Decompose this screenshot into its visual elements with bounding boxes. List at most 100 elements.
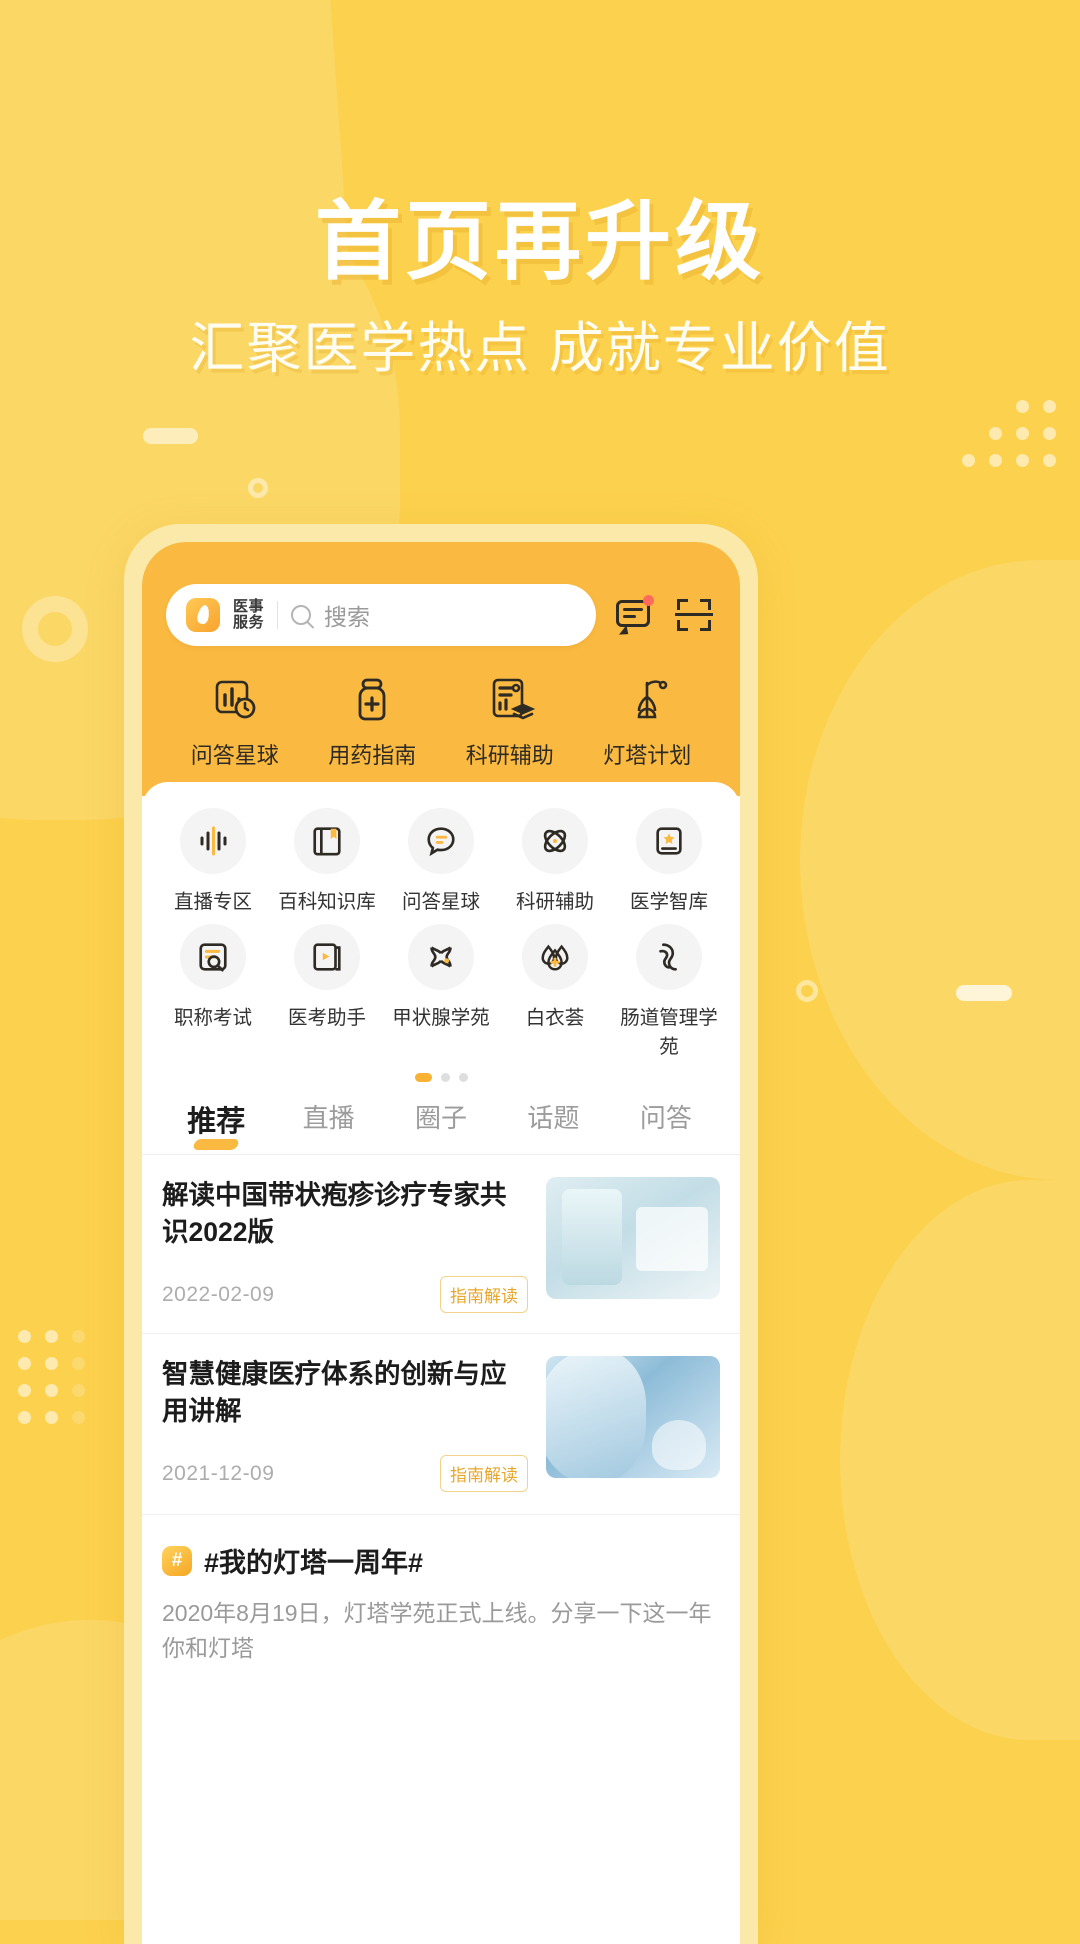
- medicine-bottle-icon: [304, 672, 442, 730]
- service-grid-row-2: 职称考试 医考助手 甲状腺学苑 白衣荟 肠道管理学苑: [156, 924, 726, 1059]
- quick-entry-drug-guide[interactable]: 用药指南: [304, 672, 442, 770]
- phone-screen: 医事 服务 搜索 问答星球 用药指南 科研辅助 灯塔计划 直播专区 百科知识库 …: [142, 542, 740, 1944]
- decor-circle-outline-2: [796, 980, 818, 1002]
- pager-dot-1[interactable]: [414, 1073, 432, 1082]
- app-logo-icon: [186, 598, 220, 632]
- article-tag: 指南解读: [440, 1276, 528, 1314]
- tab-recommend[interactable]: 推荐: [160, 1098, 272, 1154]
- article-meta: 2021-12-09 指南解读: [162, 1455, 528, 1493]
- search-placeholder: 搜索: [324, 604, 371, 630]
- service-intestinal-academy[interactable]: 肠道管理学苑: [612, 924, 726, 1059]
- decor-pill-2: [956, 985, 1012, 1001]
- intestine-icon: [636, 924, 702, 990]
- quick-entry-research[interactable]: 科研辅助: [441, 672, 579, 770]
- service-label: 科研辅助: [515, 891, 594, 913]
- tab-topic[interactable]: 话题: [497, 1098, 609, 1154]
- research-document-icon: [441, 672, 579, 730]
- search-divider: [277, 601, 279, 629]
- article-date: 2022-02-09: [162, 1282, 275, 1306]
- decor-pill-1: [143, 428, 198, 444]
- service-grid-row-1: 直播专区 百科知识库 问答星球 科研辅助 医学智库: [156, 808, 726, 914]
- decor-dot-grid-left: [18, 1330, 85, 1424]
- service-grid: 直播专区 百科知识库 问答星球 科研辅助 医学智库 职称考试 医考助手 甲状腺学…: [142, 808, 740, 1059]
- tab-label: 圈子: [415, 1103, 468, 1133]
- service-label: 问答星球: [401, 891, 480, 913]
- lighthouse-icon: [579, 672, 717, 730]
- pager-dot-3[interactable]: [458, 1073, 468, 1082]
- chat-bubble-icon: [408, 808, 474, 874]
- article-body: 解读中国带状疱疹诊疗专家共识2022版 2022-02-09 指南解读: [162, 1177, 528, 1314]
- service-qa-planet[interactable]: 问答星球: [384, 808, 498, 914]
- article-title: 解读中国带状疱疹诊疗专家共识2022版: [162, 1180, 507, 1247]
- tab-label: 直播: [302, 1103, 355, 1133]
- search-icon: [291, 605, 312, 625]
- service-thyroid-academy[interactable]: 甲状腺学苑: [384, 924, 498, 1059]
- background-blob-right-lower: [840, 1180, 1080, 1740]
- service-exam-assistant[interactable]: 医考助手: [270, 924, 384, 1059]
- tab-live[interactable]: 直播: [272, 1098, 384, 1154]
- service-knowledge-base[interactable]: 百科知识库: [270, 808, 384, 914]
- service-label: 白衣荟: [525, 1007, 585, 1029]
- quick-entry-label: 科研辅助: [465, 743, 554, 768]
- article-thumbnail: [546, 1177, 720, 1299]
- content-sheet: 直播专区 百科知识库 问答星球 科研辅助 医学智库 职称考试 医考助手 甲状腺学…: [142, 782, 740, 1666]
- quick-entry-label: 灯塔计划: [603, 743, 692, 768]
- service-research-aid[interactable]: 科研辅助: [498, 808, 612, 914]
- service-label: 直播专区: [173, 891, 252, 913]
- article-item[interactable]: 智慧健康医疗体系的创新与应用讲解 2021-12-09 指南解读: [142, 1333, 740, 1493]
- tab-label: 问答: [639, 1103, 692, 1133]
- app-logo-text: 医事 服务: [233, 599, 264, 631]
- hero-title: 首页再升级: [315, 194, 765, 290]
- app-header: 医事 服务 搜索 问答星球 用药指南 科研辅助 灯塔计划: [142, 542, 740, 796]
- message-badge: [643, 595, 654, 606]
- chart-clock-icon: [166, 672, 304, 730]
- video-book-icon: [294, 924, 360, 990]
- grid-pager[interactable]: [142, 1073, 740, 1082]
- quick-entry-qa-planet[interactable]: 问答星球: [166, 672, 304, 770]
- hashtag-item[interactable]: # #我的灯塔一周年# 2020年8月19日，灯塔学苑正式上线。分享一下这一年你…: [142, 1514, 740, 1665]
- phone-mockup: 医事 服务 搜索 问答星球 用药指南 科研辅助 灯塔计划 直播专区 百科知识库 …: [124, 524, 758, 1944]
- hashtag-description: 2020年8月19日，灯塔学苑正式上线。分享一下这一年你和灯塔: [162, 1600, 712, 1661]
- bookmark-book-icon: [294, 808, 360, 874]
- service-white-coat[interactable]: 白衣荟: [498, 924, 612, 1059]
- service-label: 甲状腺学苑: [392, 1007, 490, 1029]
- hero-subtitle: 汇聚医学热点 成就专业价值: [189, 316, 891, 379]
- decor-ring: [22, 596, 88, 662]
- article-item[interactable]: 解读中国带状疱疹诊疗专家共识2022版 2022-02-09 指南解读: [142, 1155, 740, 1314]
- logo-line-2: 服务: [233, 614, 265, 631]
- service-medical-think-tank[interactable]: 医学智库: [612, 808, 726, 914]
- logo-line-1: 医事: [233, 598, 265, 615]
- service-live-zone[interactable]: 直播专区: [156, 808, 270, 914]
- flame-plus-icon: [522, 924, 588, 990]
- service-label: 医学智库: [629, 891, 708, 913]
- hashtag-icon: #: [162, 1545, 192, 1576]
- hashtag-header: # #我的灯塔一周年#: [162, 1541, 720, 1580]
- quick-entry-row: 问答星球 用药指南 科研辅助 灯塔计划: [166, 672, 716, 796]
- search-input[interactable]: 医事 服务 搜索: [166, 584, 596, 646]
- service-title-exam[interactable]: 职称考试: [156, 924, 270, 1059]
- service-label: 肠道管理学苑: [620, 1007, 718, 1058]
- tab-label: 推荐: [187, 1106, 246, 1138]
- service-label: 医考助手: [287, 1007, 366, 1029]
- article-body: 智慧健康医疗体系的创新与应用讲解 2021-12-09 指南解读: [162, 1356, 528, 1493]
- audio-wave-icon: [180, 808, 246, 874]
- article-title: 智慧健康医疗体系的创新与应用讲解: [162, 1359, 507, 1426]
- scan-icon[interactable]: [672, 593, 716, 637]
- quick-entry-label: 用药指南: [328, 743, 417, 768]
- header-row: 医事 服务 搜索: [166, 584, 716, 646]
- tab-qa[interactable]: 问答: [610, 1098, 722, 1154]
- article-meta: 2022-02-09 指南解读: [162, 1276, 528, 1314]
- content-tabs: 推荐 直播 圈子 话题 问答: [142, 1088, 740, 1155]
- tab-circle[interactable]: 圈子: [385, 1098, 497, 1154]
- atom-icon: [522, 808, 588, 874]
- article-tag: 指南解读: [440, 1455, 528, 1493]
- message-icon[interactable]: [612, 593, 656, 639]
- exam-paper-icon: [180, 924, 246, 990]
- quick-entry-lighthouse[interactable]: 灯塔计划: [579, 672, 717, 770]
- tab-label: 话题: [527, 1103, 580, 1133]
- quick-entry-label: 问答星球: [190, 743, 279, 768]
- pager-dot-2[interactable]: [440, 1073, 450, 1082]
- service-label: 百科知识库: [278, 891, 376, 913]
- service-label: 职称考试: [173, 1007, 252, 1029]
- article-date: 2021-12-09: [162, 1461, 275, 1485]
